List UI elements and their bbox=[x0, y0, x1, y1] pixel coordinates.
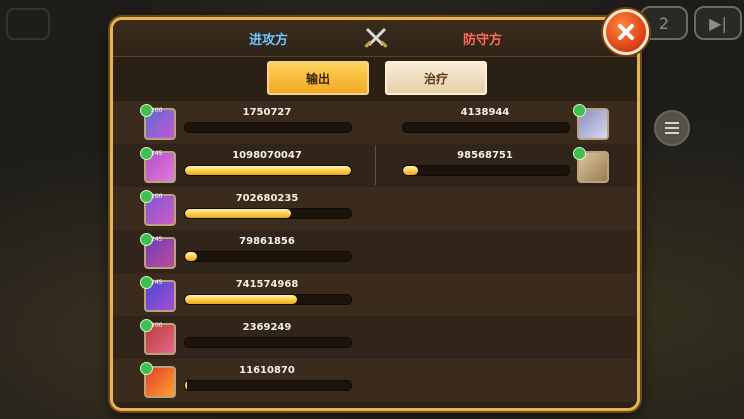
attacker-hero-avatar[interactable]: 245 bbox=[140, 276, 176, 312]
skip-icon: ▶| bbox=[709, 13, 727, 33]
side-divider bbox=[375, 145, 376, 185]
defender-damage-bar-fill bbox=[403, 166, 418, 175]
menu-button[interactable] bbox=[654, 110, 690, 146]
stats-row: 11610870 bbox=[113, 359, 637, 402]
stats-rows: 200 1750727 4138944 245 1098070047 98568751 20… bbox=[113, 101, 637, 408]
defender-hero-avatar[interactable] bbox=[573, 104, 609, 140]
battle-stats-panel: 进攻方 防守方 输出 治疗 200 1750727 4138944 245 109807… bbox=[110, 17, 640, 411]
attack-side-title: 进攻方 bbox=[249, 33, 289, 48]
attacker-damage-bar bbox=[184, 251, 352, 262]
close-icon bbox=[618, 24, 634, 40]
hero-level: 245 bbox=[151, 279, 163, 286]
level-badge bbox=[573, 147, 586, 160]
stats-row: 200 702680235 bbox=[113, 187, 637, 230]
hero-level: 245 bbox=[151, 236, 163, 243]
crossed-swords-icon bbox=[364, 27, 388, 48]
attacker-damage-bar bbox=[184, 337, 352, 348]
skip-button[interactable]: ▶| bbox=[694, 6, 742, 40]
attacker-damage-bar-fill bbox=[185, 295, 298, 304]
level-badge bbox=[573, 104, 586, 117]
defender-damage-value: 98568751 bbox=[457, 150, 513, 161]
tabs-bar: 输出 治疗 bbox=[113, 57, 637, 101]
defender-damage-bar bbox=[402, 165, 570, 176]
hero-level: 200 bbox=[151, 193, 163, 200]
close-button[interactable] bbox=[603, 9, 649, 55]
attacker-hero-avatar[interactable]: 200 bbox=[140, 190, 176, 226]
attacker-damage-value: 702680235 bbox=[235, 193, 299, 204]
hero-level: 200 bbox=[151, 322, 163, 329]
attacker-damage-value: 11610870 bbox=[239, 365, 295, 376]
attacker-hero-avatar[interactable]: 200 bbox=[140, 319, 176, 355]
attacker-damage-bar bbox=[184, 122, 352, 133]
level-badge bbox=[140, 362, 153, 375]
defender-damage-bar bbox=[402, 122, 570, 133]
attacker-damage-bar-fill bbox=[185, 381, 187, 390]
stats-row: 245 79861856 bbox=[113, 230, 637, 273]
tab-healing[interactable]: 治疗 bbox=[385, 61, 487, 95]
attacker-hero-avatar[interactable] bbox=[140, 362, 176, 398]
attacker-hero-avatar[interactable]: 245 bbox=[140, 147, 176, 183]
attacker-damage-bar-fill bbox=[185, 252, 197, 261]
defender-damage-value: 4138944 bbox=[460, 107, 510, 118]
attacker-damage-bar bbox=[184, 380, 352, 391]
attacker-damage-bar-fill bbox=[185, 166, 351, 175]
stats-row: 245 741574968 bbox=[113, 273, 637, 316]
menu-icon bbox=[665, 127, 679, 129]
attacker-damage-value: 1098070047 bbox=[232, 150, 302, 161]
stats-row: 200 1750727 4138944 bbox=[113, 101, 637, 144]
attacker-damage-bar bbox=[184, 208, 352, 219]
defender-hero-avatar[interactable] bbox=[573, 147, 609, 183]
attacker-damage-value: 741574968 bbox=[235, 279, 299, 290]
stats-row: 200 2369249 bbox=[113, 316, 637, 359]
hero-level: 245 bbox=[151, 150, 163, 157]
attacker-damage-bar-fill bbox=[185, 209, 292, 218]
attacker-damage-bar bbox=[184, 294, 352, 305]
tab-damage-output[interactable]: 输出 bbox=[267, 61, 369, 95]
attacker-hero-avatar[interactable]: 245 bbox=[140, 233, 176, 269]
attacker-damage-value: 79861856 bbox=[239, 236, 295, 247]
defense-side-title: 防守方 bbox=[463, 33, 503, 48]
panel-header: 进攻方 防守方 bbox=[113, 20, 637, 57]
attacker-damage-value: 1750727 bbox=[242, 107, 292, 118]
attacker-damage-value: 2369249 bbox=[242, 322, 292, 333]
hero-level: 200 bbox=[151, 107, 163, 114]
speed-icon: 2 bbox=[658, 13, 670, 33]
back-button-faded[interactable] bbox=[6, 8, 50, 40]
attacker-hero-avatar[interactable]: 200 bbox=[140, 104, 176, 140]
attacker-damage-bar bbox=[184, 165, 352, 176]
